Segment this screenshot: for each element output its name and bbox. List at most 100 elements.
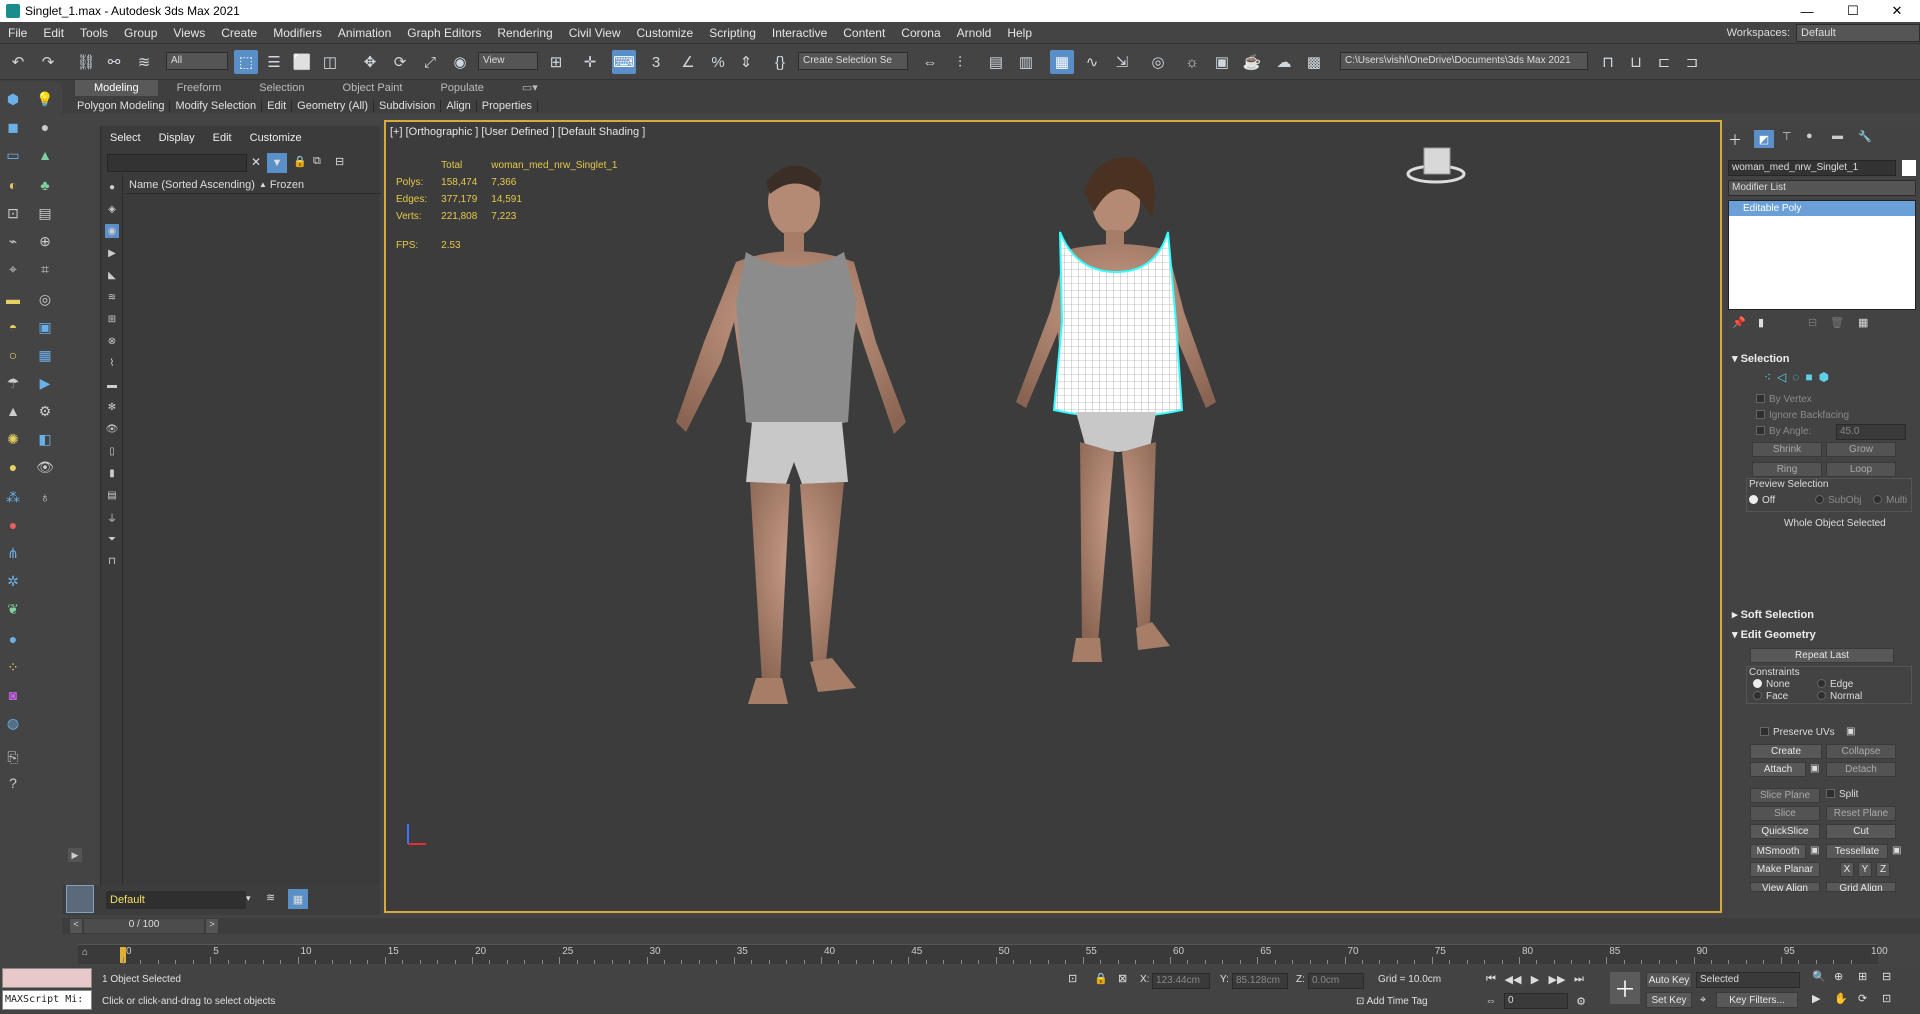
display-all-icon[interactable]: ● — [105, 180, 119, 194]
object-name-field[interactable]: woman_med_nrw_Singlet_1 — [1728, 160, 1896, 176]
element-mode-icon[interactable]: ⬢ — [1819, 370, 1829, 384]
menu-views[interactable]: Views — [165, 26, 213, 40]
move-icon[interactable]: ✥ — [358, 50, 382, 74]
hierarchy-tab-icon[interactable]: ⊤ — [1782, 130, 1792, 143]
msmooth-settings-icon[interactable]: ▣ — [1810, 845, 1819, 856]
preview-off-radio[interactable]: Off — [1749, 495, 1775, 506]
key-filters-button[interactable]: Key Filters... — [1716, 992, 1798, 1008]
box-icon[interactable]: ▬ — [2, 288, 24, 310]
display-particles-icon[interactable]: ✻ — [105, 400, 119, 414]
asset-tracking-icon[interactable]: ⊔ — [1624, 50, 1648, 74]
teapot-icon[interactable]: ◼ — [2, 116, 24, 138]
constraint-normal-radio[interactable]: Normal — [1817, 691, 1862, 702]
display-geometry-icon[interactable]: ◈ — [105, 202, 119, 216]
space-warp-icon[interactable]: ⌗ — [34, 258, 56, 280]
place-icon[interactable]: ◉ — [448, 50, 472, 74]
zoom-all-icon[interactable]: ⊕ — [1834, 970, 1843, 983]
add-time-tag-button[interactable]: ⊡ Add Time Tag — [1356, 996, 1428, 1007]
pivot-center-icon[interactable]: ⊞ — [544, 50, 568, 74]
maximize-button[interactable]: ☐ — [1830, 0, 1876, 22]
display-filter-icon[interactable]: ⏚ — [105, 510, 119, 525]
next-frame-arrow-icon[interactable]: > — [206, 919, 218, 933]
create-button[interactable]: Create — [1750, 744, 1822, 759]
modifier-list-dropdown[interactable]: Modifier List — [1728, 180, 1916, 196]
menu-scripting[interactable]: Scripting — [701, 26, 764, 40]
sphere-gold-icon[interactable]: ● — [2, 456, 24, 478]
minimize-button[interactable]: — — [1784, 0, 1830, 22]
key-mode-icon[interactable]: ⇔ — [1482, 992, 1500, 1010]
menu-interactive[interactable]: Interactive — [764, 26, 835, 40]
display-livetrack-icon[interactable]: ▮ — [105, 466, 119, 480]
absolute-mode-icon[interactable]: ⊠ — [1118, 972, 1127, 985]
sun-icon[interactable]: ○ — [2, 344, 24, 366]
render-element-icon[interactable]: ▣ — [34, 316, 56, 338]
zoom-icon[interactable]: 🔍 — [1812, 970, 1826, 983]
auto-key-button[interactable]: Auto Key — [1646, 972, 1692, 988]
ribbon-properties[interactable]: Properties — [477, 99, 538, 112]
ribbon-tab-selection[interactable]: Selection — [240, 80, 323, 96]
menu-corona[interactable]: Corona — [893, 26, 948, 40]
maxscript-listener-top[interactable] — [2, 968, 92, 988]
layer-explorer-icon[interactable]: ▥ — [1014, 50, 1038, 74]
scene-tab-select[interactable]: Select — [101, 132, 150, 144]
window-crossing-icon[interactable]: ◫ — [318, 50, 342, 74]
scene-icon[interactable]: ◍ — [2, 712, 24, 734]
set-key-large-icon[interactable]: ＋ — [1610, 972, 1640, 1004]
hierarchy-toggle-icon[interactable]: ⊟ — [335, 155, 344, 168]
keyboard-shortcut-icon[interactable]: ⌨ — [612, 50, 636, 74]
ribbon-polygon-modeling[interactable]: Polygon Modeling — [72, 99, 171, 112]
constraint-face-radio[interactable]: Face — [1753, 691, 1788, 702]
globe-icon[interactable]: ● — [2, 628, 24, 650]
bind-spacewarp-icon[interactable]: ≋ — [132, 50, 156, 74]
schematic-view-icon[interactable]: ⇲ — [1110, 50, 1134, 74]
boolean-icon[interactable]: ⊕ — [34, 230, 56, 252]
render-cloud-icon[interactable]: ▩ — [1302, 50, 1326, 74]
material-ball-icon[interactable]: ● — [2, 514, 24, 536]
ribbon-tab-object-paint[interactable]: Object Paint — [324, 80, 422, 96]
scene-tab-customize[interactable]: Customize — [241, 132, 311, 144]
create-tab-icon[interactable]: ＋ — [1728, 130, 1742, 150]
plant-icon[interactable]: ❦ — [2, 598, 24, 620]
ribbon-options-icon[interactable]: ▭▾ — [503, 80, 557, 96]
menu-customize[interactable]: Customize — [629, 26, 702, 40]
render-production-icon[interactable]: ☕ — [1240, 50, 1264, 74]
clipboard-icon[interactable]: ⎘ — [2, 746, 24, 768]
menu-content[interactable]: Content — [835, 26, 893, 40]
camera-icon[interactable]: ▶ — [34, 372, 56, 394]
display-tab-icon[interactable]: ▬ — [1832, 130, 1843, 142]
field-of-view-icon[interactable]: ▶ — [1812, 992, 1820, 1005]
percent-snap-icon[interactable]: % — [706, 50, 730, 74]
maximize-viewport-icon[interactable]: ⊡ — [1882, 992, 1891, 1005]
scene-search-input[interactable] — [107, 154, 247, 172]
redo-icon[interactable]: ↷ — [36, 50, 60, 74]
scene-tab-edit[interactable]: Edit — [204, 132, 241, 144]
light-sun-icon[interactable]: ✺ — [2, 428, 24, 450]
plane-icon[interactable]: ▭ — [2, 144, 24, 166]
grid-icon[interactable]: ▦ — [34, 344, 56, 366]
tree-icon[interactable]: ♣ — [34, 174, 56, 196]
display-groups-icon[interactable]: ⊗ — [105, 334, 119, 348]
polygon-mode-icon[interactable]: ■ — [1805, 370, 1812, 384]
menu-rendering[interactable]: Rendering — [489, 26, 560, 40]
ribbon-geometry-all[interactable]: Geometry (All) — [292, 99, 375, 112]
scene-tab-display[interactable]: Display — [150, 132, 204, 144]
layer-dropdown[interactable]: Default — [106, 891, 246, 909]
spline-icon[interactable]: ⌁ — [2, 230, 24, 252]
manage-icon[interactable]: ⊐ — [1680, 50, 1704, 74]
helper-icon[interactable]: ⌖ — [2, 258, 24, 280]
track-bar-menu-icon[interactable]: ⌂ — [82, 947, 88, 958]
time-slider[interactable]: < 0 / 100 > — [62, 918, 1920, 934]
zoom-extents-icon[interactable]: ⊞ — [1858, 970, 1867, 983]
z-coord-field[interactable]: 0.0cm — [1308, 973, 1364, 989]
shapes-icon[interactable]: ⊡ — [2, 202, 24, 224]
menu-graph-editors[interactable]: Graph Editors — [399, 26, 489, 40]
x-coord-field[interactable]: 123.44cm — [1152, 973, 1210, 989]
modifier-stack-item[interactable]: Editable Poly — [1729, 201, 1915, 216]
repeat-last-button[interactable]: Repeat Last — [1750, 648, 1894, 663]
help-icon[interactable]: ? — [2, 772, 24, 794]
selection-filter-dropdown[interactable]: All — [166, 52, 228, 70]
display-funnel-icon[interactable]: ⏷ — [105, 532, 119, 546]
ribbon-align[interactable]: Align — [441, 99, 477, 112]
display-cameras-icon[interactable]: ◣ — [105, 268, 119, 282]
isolate-selection-icon[interactable]: ⊡ — [1068, 972, 1077, 985]
